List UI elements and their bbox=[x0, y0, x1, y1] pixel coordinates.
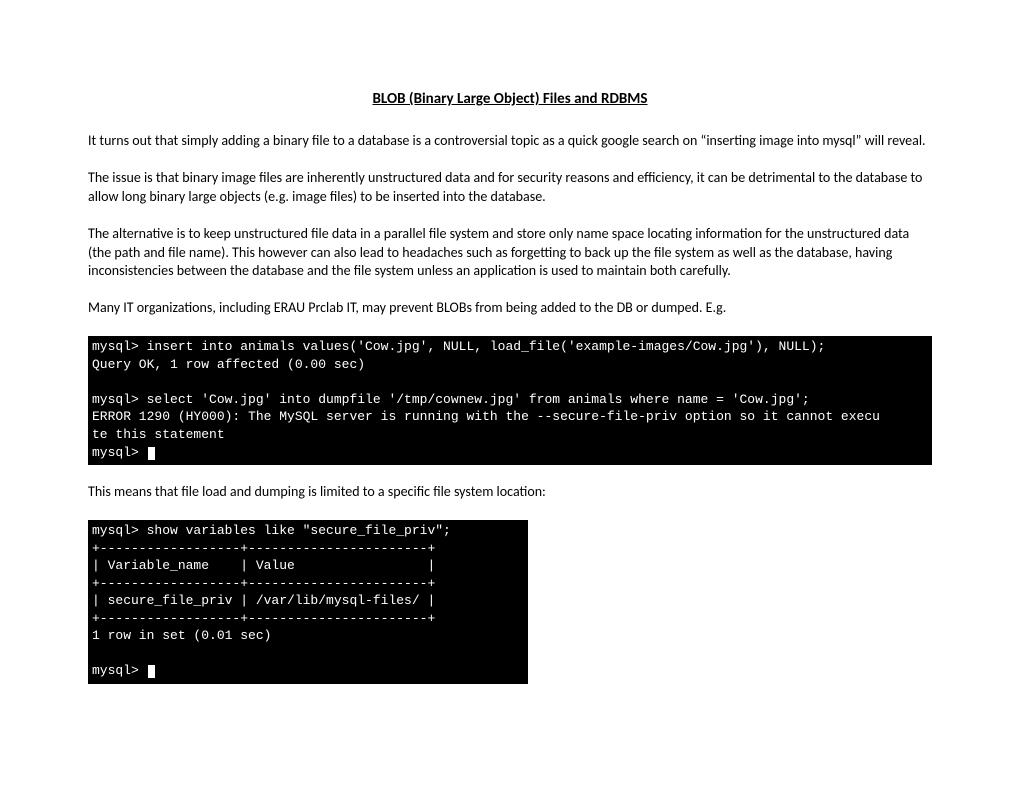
terminal-line: +------------------+--------------------… bbox=[92, 610, 524, 628]
paragraph: The issue is that binary image files are… bbox=[88, 169, 932, 207]
paragraph: Many IT organizations, including ERAU Pr… bbox=[88, 299, 932, 318]
terminal-line bbox=[92, 645, 524, 663]
prompt-text: mysql> bbox=[92, 445, 147, 460]
terminal-line: mysql> select 'Cow.jpg' into dumpfile '/… bbox=[92, 391, 928, 409]
paragraph: The alternative is to keep unstructured … bbox=[88, 225, 932, 282]
terminal-line: | Variable_name | Value | bbox=[92, 557, 524, 575]
prompt-text: mysql> bbox=[92, 663, 147, 678]
document-page: BLOB (Binary Large Object) Files and RDB… bbox=[0, 0, 1020, 788]
terminal-line: Query OK, 1 row affected (0.00 sec) bbox=[92, 356, 928, 374]
terminal-line: 1 row in set (0.01 sec) bbox=[92, 627, 524, 645]
terminal-line: ERROR 1290 (HY000): The MySQL server is … bbox=[92, 408, 928, 426]
cursor-icon bbox=[148, 665, 155, 678]
terminal-prompt: mysql> bbox=[92, 662, 524, 680]
terminal-line: | secure_file_priv | /var/lib/mysql-file… bbox=[92, 592, 524, 610]
terminal-line: mysql> insert into animals values('Cow.j… bbox=[92, 338, 928, 356]
terminal-prompt: mysql> bbox=[92, 444, 928, 462]
page-title: BLOB (Binary Large Object) Files and RDB… bbox=[88, 90, 932, 108]
terminal-line: mysql> show variables like "secure_file_… bbox=[92, 522, 524, 540]
paragraph: This means that file load and dumping is… bbox=[88, 483, 932, 502]
terminal-block-2: mysql> show variables like "secure_file_… bbox=[88, 520, 528, 684]
terminal-line: +------------------+--------------------… bbox=[92, 575, 524, 593]
terminal-block-1: mysql> insert into animals values('Cow.j… bbox=[88, 336, 932, 465]
terminal-line bbox=[92, 373, 928, 391]
cursor-icon bbox=[148, 447, 155, 460]
terminal-line: te this statement bbox=[92, 426, 928, 444]
paragraph: It turns out that simply adding a binary… bbox=[88, 132, 932, 151]
terminal-line: +------------------+--------------------… bbox=[92, 540, 524, 558]
